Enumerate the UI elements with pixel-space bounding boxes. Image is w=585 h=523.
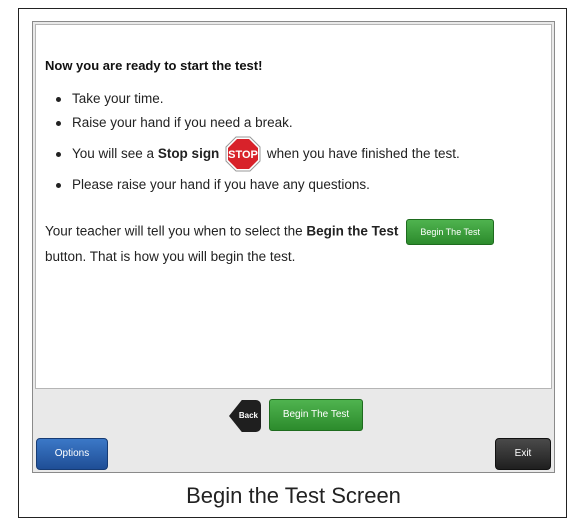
stop-sign-text: STOP (228, 149, 258, 161)
instructions-title: Now you are ready to start the test! (45, 58, 263, 73)
teacher-text-2: button. That is how you will begin the t… (45, 249, 296, 264)
instructions-panel: Now you are ready to start the test! Tak… (35, 24, 552, 389)
options-button[interactable]: Options (36, 438, 108, 470)
stop-sign-icon: STOP (225, 136, 261, 172)
list-item-text: when you have finished the test. (266, 146, 460, 161)
back-label: Back (238, 411, 258, 420)
figure-caption: Begin the Test Screen (186, 483, 401, 508)
figure-frame: Now you are ready to start the test! Tak… (18, 8, 567, 518)
teacher-instructions: Your teacher will tell you when to selec… (45, 219, 550, 269)
back-button[interactable]: Back (229, 400, 261, 432)
list-item-text: You will see a (72, 146, 158, 161)
test-window: Now you are ready to start the test! Tak… (32, 21, 555, 473)
begin-test-button[interactable]: Begin The Test (269, 399, 363, 431)
list-item: You will see a Stop sign STOP when you h… (45, 135, 545, 173)
teacher-text: Your teacher will tell you when to selec… (45, 223, 307, 239)
list-item: Take your time. (45, 87, 545, 111)
list-item: Please raise your hand if you have any q… (45, 173, 545, 197)
begin-test-inline-button: Begin The Test (406, 219, 495, 245)
list-item-bold: Stop sign (157, 146, 220, 161)
list-item: Raise your hand if you need a break. (45, 111, 545, 135)
exit-button[interactable]: Exit (495, 438, 551, 470)
teacher-bold: Begin the Test (306, 223, 399, 239)
instruction-list: Take your time. Raise your hand if you n… (45, 87, 545, 197)
